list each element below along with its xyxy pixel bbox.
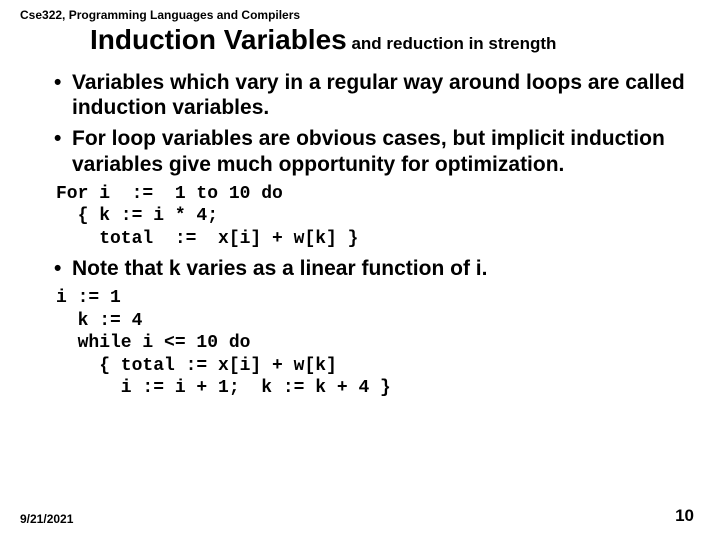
title-sub: and reduction in strength	[347, 34, 557, 53]
footer-page-number: 10	[675, 506, 694, 526]
code-block-1: For i := 1 to 10 do { k := i * 4; total …	[56, 183, 700, 251]
slide: Cse322, Programming Languages and Compil…	[0, 0, 720, 540]
bullet-list-mid: Note that k varies as a linear function …	[20, 256, 700, 281]
course-header: Cse322, Programming Languages and Compil…	[20, 8, 700, 22]
title-main: Induction Variables	[90, 24, 347, 55]
bullet-item: Variables which vary in a regular way ar…	[54, 70, 700, 120]
bullet-list-top: Variables which vary in a regular way ar…	[20, 70, 700, 177]
bullet-item: Note that k varies as a linear function …	[54, 256, 700, 281]
footer-date: 9/21/2021	[20, 512, 73, 526]
code-block-2: i := 1 k := 4 while i <= 10 do { total :…	[56, 287, 700, 400]
bullet-item: For loop variables are obvious cases, bu…	[54, 126, 700, 176]
slide-title: Induction Variables and reduction in str…	[20, 24, 700, 56]
